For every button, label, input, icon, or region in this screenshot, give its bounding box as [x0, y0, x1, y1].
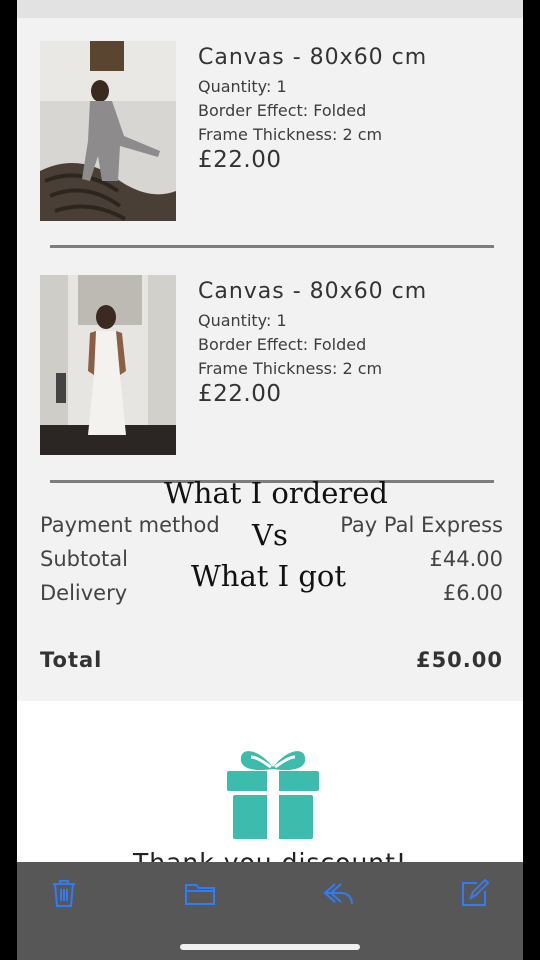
product-thumbnail[interactable]: [40, 41, 176, 221]
delivery-label: Delivery: [40, 581, 128, 605]
item-title: Canvas - 80x60 cm: [198, 279, 428, 304]
item-quantity: Quantity: 1: [198, 77, 287, 96]
compose-icon[interactable]: [457, 876, 491, 910]
delivery-value: £6.00: [442, 581, 503, 605]
divider: [50, 245, 494, 248]
item-frame-thickness: Frame Thickness: 2 cm: [198, 125, 383, 144]
order-item[interactable]: Canvas - 80x60 cm Quantity: 1 Border Eff…: [17, 41, 523, 221]
gift-icon: [227, 745, 319, 843]
payment-method-value: Pay Pal Express: [340, 513, 503, 537]
item-border-effect: Border Effect: Folded: [198, 335, 367, 354]
subtotal-label: Subtotal: [40, 547, 128, 571]
top-strip: [17, 0, 523, 18]
home-indicator[interactable]: [180, 944, 360, 950]
overlay-caption-line1: What I ordered: [164, 476, 388, 510]
product-thumbnail[interactable]: [40, 275, 176, 455]
folder-icon[interactable]: [183, 876, 217, 910]
overlay-caption-line2: Vs: [252, 518, 288, 552]
reply-icon[interactable]: [321, 876, 355, 910]
item-title: Canvas - 80x60 cm: [198, 45, 428, 70]
subtotal-value: £44.00: [429, 547, 503, 571]
payment-method-label: Payment method: [40, 513, 220, 537]
overlay-caption-line3: What I got: [191, 559, 346, 593]
bottom-toolbar: [17, 862, 523, 960]
item-price: £22.00: [198, 147, 282, 173]
item-frame-thickness: Frame Thickness: 2 cm: [198, 359, 383, 378]
total-label: Total: [40, 648, 103, 672]
order-screen: Canvas - 80x60 cm Quantity: 1 Border Eff…: [17, 0, 523, 960]
item-border-effect: Border Effect: Folded: [198, 101, 367, 120]
item-price: £22.00: [198, 381, 282, 407]
total-value: £50.00: [415, 648, 503, 672]
item-quantity: Quantity: 1: [198, 311, 287, 330]
trash-icon[interactable]: [47, 876, 81, 910]
order-item[interactable]: Canvas - 80x60 cm Quantity: 1 Border Eff…: [17, 275, 523, 455]
